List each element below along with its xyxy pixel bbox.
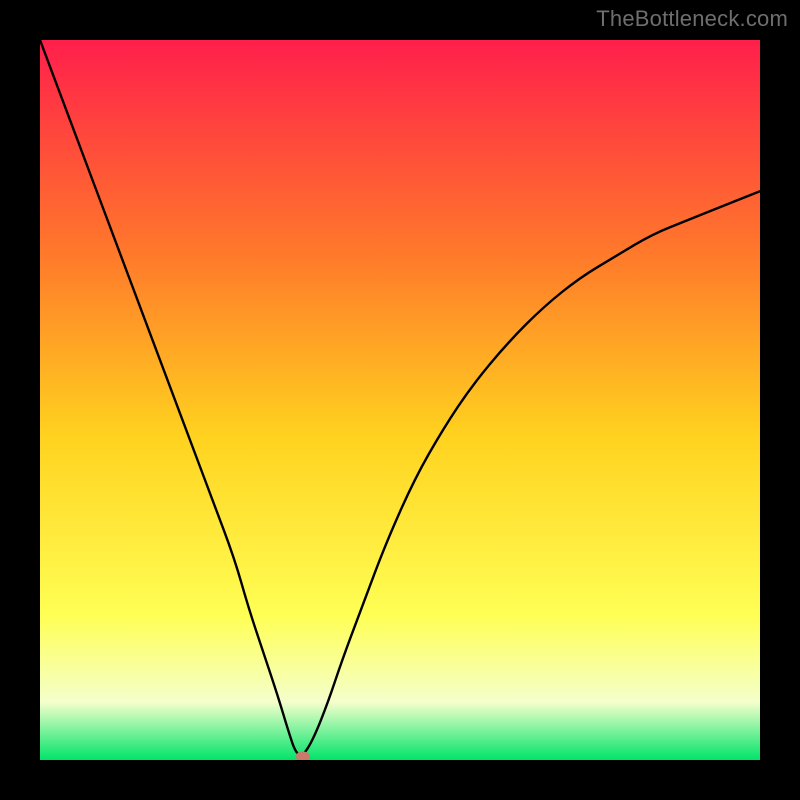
gradient-background (40, 40, 760, 760)
watermark-text: TheBottleneck.com (596, 6, 788, 32)
chart-svg (40, 40, 760, 760)
chart-frame: TheBottleneck.com (0, 0, 800, 800)
plot-area (40, 40, 760, 760)
